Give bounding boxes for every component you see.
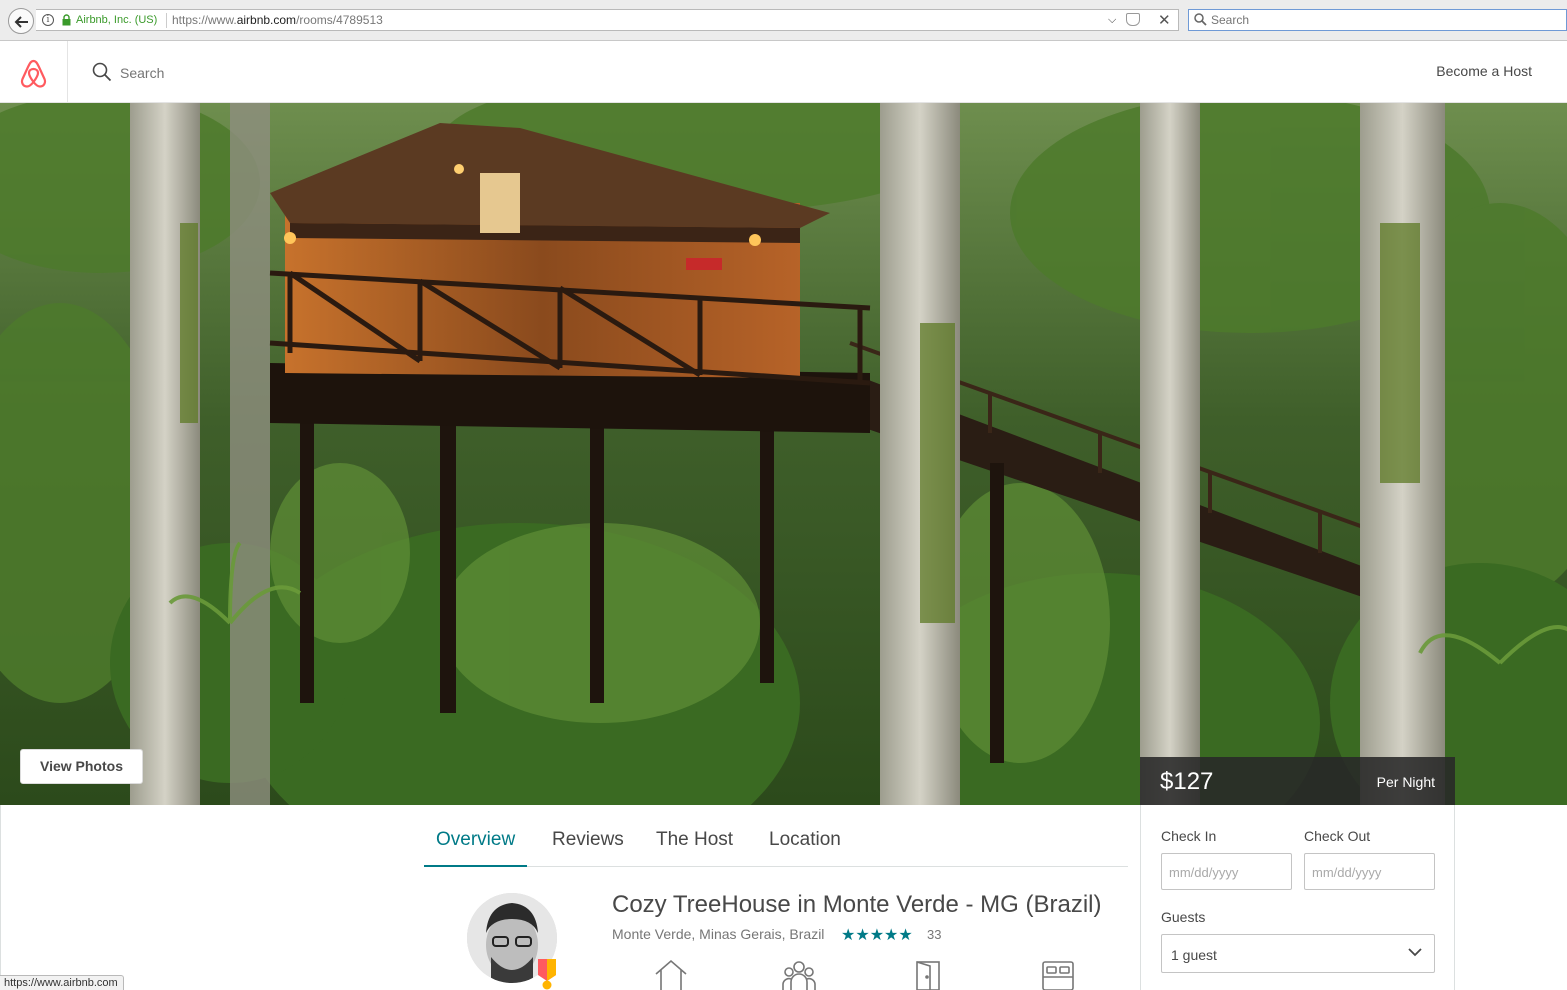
guests-icon — [782, 961, 816, 990]
guests-value: 1 guest — [1171, 947, 1217, 963]
listing-tabs: Overview Reviews The Host Location — [424, 819, 1128, 867]
chevron-down-icon — [1408, 948, 1422, 957]
view-photos-button[interactable]: View Photos — [20, 749, 143, 784]
home-icon — [655, 959, 687, 990]
per-night-label: Per Night — [1376, 774, 1435, 790]
star-icon: ★ — [869, 927, 885, 944]
listing-location[interactable]: Monte Verde, Minas Gerais, Brazil — [612, 926, 824, 942]
browser-search-box[interactable] — [1188, 9, 1567, 31]
tab-the-host[interactable]: The Host — [656, 829, 733, 865]
tab-reviews[interactable]: Reviews — [552, 829, 624, 865]
guests-select[interactable]: 1 guest — [1161, 934, 1435, 973]
site-identity[interactable]: Airbnb, Inc. (US) — [76, 14, 157, 26]
check-in-label: Check In — [1161, 828, 1217, 844]
pocket-icon[interactable] — [1126, 13, 1140, 26]
back-button[interactable] — [8, 8, 34, 34]
browser-search-input[interactable] — [1211, 12, 1551, 28]
become-host-link[interactable]: Become a Host — [1436, 63, 1532, 79]
url-prefix: https://www. — [172, 13, 237, 27]
site-header: Become a Host — [0, 41, 1567, 103]
search-input[interactable] — [120, 65, 420, 81]
stop-icon[interactable]: ✕ — [1158, 11, 1171, 29]
status-bar-url: https://www.airbnb.com — [0, 975, 124, 990]
url-dropdown-icon[interactable]: ⌵ — [1108, 14, 1116, 27]
search-icon[interactable] — [92, 62, 112, 82]
booking-form: Check In Check Out mm/dd/yyyy mm/dd/yyyy… — [1140, 805, 1455, 990]
treehouse-photo — [0, 103, 1567, 805]
door-icon — [916, 961, 940, 990]
star-icon: ★ — [841, 927, 856, 944]
check-out-input[interactable]: mm/dd/yyyy — [1304, 853, 1435, 890]
url-bar[interactable]: i Airbnb, Inc. (US) https://www.airbnb.c… — [36, 9, 1179, 31]
url-separator — [166, 13, 167, 28]
info-icon[interactable]: i — [42, 14, 54, 26]
star-icon: ★ — [855, 927, 870, 944]
check-out-label: Check Out — [1304, 828, 1371, 844]
review-count[interactable]: 33 — [927, 927, 941, 942]
tab-location[interactable]: Location — [769, 829, 841, 865]
rating-stars[interactable]: ★★★★★ — [841, 925, 913, 945]
content-border — [0, 805, 1, 990]
url-text[interactable]: https://www.airbnb.com/rooms/4789513 — [172, 13, 383, 27]
hero-photo[interactable] — [0, 103, 1567, 805]
search-icon — [1194, 13, 1207, 26]
back-arrow-icon — [14, 16, 28, 28]
bed-icon — [1042, 961, 1074, 990]
lock-icon — [62, 14, 71, 26]
superhost-badge-icon — [538, 959, 556, 990]
star-icon: ★ — [898, 927, 913, 944]
url-domain: airbnb.com — [236, 13, 297, 27]
star-icon: ★ — [884, 927, 899, 944]
guests-label: Guests — [1161, 909, 1206, 925]
check-in-input[interactable]: mm/dd/yyyy — [1161, 853, 1292, 890]
logo-link[interactable] — [0, 41, 68, 102]
listing-title: Cozy TreeHouse in Monte Verde - MG (Braz… — [612, 891, 1102, 918]
url-path: /rooms/4789513 — [296, 13, 383, 27]
price-header: $127 Per Night — [1140, 757, 1455, 805]
nightly-price: $127 — [1160, 768, 1214, 795]
browser-toolbar: i Airbnb, Inc. (US) https://www.airbnb.c… — [0, 0, 1567, 41]
airbnb-logo-icon — [20, 59, 47, 88]
tab-overview[interactable]: Overview — [424, 829, 528, 867]
